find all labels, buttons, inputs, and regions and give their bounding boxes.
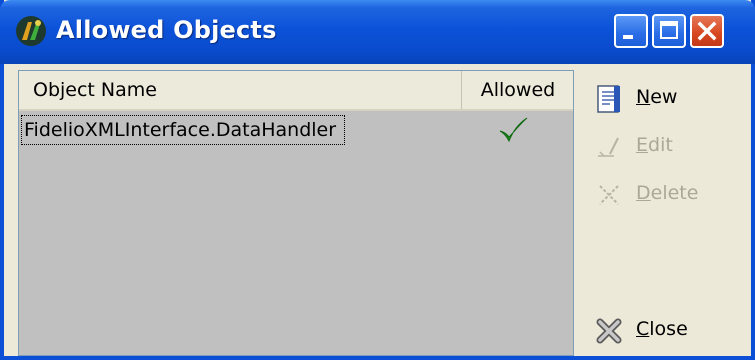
close-icon	[697, 21, 717, 41]
app-icon	[16, 16, 46, 46]
maximize-icon	[660, 21, 678, 39]
edit-button[interactable]: Edit	[592, 126, 742, 166]
column-header-object-name[interactable]: Object Name	[19, 71, 462, 109]
minimize-icon	[623, 35, 633, 39]
delete-icon	[599, 185, 619, 205]
maximize-button[interactable]	[652, 14, 686, 48]
object-name-cell[interactable]: FidelioXMLInterface.DataHandler	[21, 115, 346, 145]
close-button[interactable]: Close	[592, 310, 742, 350]
new-button-label: New	[636, 86, 678, 108]
checkmark-icon	[499, 117, 528, 143]
column-header-allowed[interactable]: Allowed	[463, 71, 573, 109]
edit-button-label: Edit	[636, 134, 673, 156]
close-window-button[interactable]	[690, 14, 724, 48]
edit-icon	[598, 137, 619, 157]
allowed-objects-list[interactable]: Object Name Allowed FidelioXMLInterface.…	[18, 70, 574, 356]
minimize-button[interactable]	[614, 14, 648, 48]
new-button[interactable]: New	[592, 78, 742, 118]
close-button-label: Close	[636, 318, 688, 340]
delete-button[interactable]: Delete	[592, 174, 742, 214]
delete-button-label: Delete	[636, 182, 699, 204]
close-x-icon	[596, 318, 622, 344]
new-document-icon	[597, 85, 620, 113]
allowed-objects-window: Allowed Objects Object Name Allowed Fide…	[0, 0, 755, 360]
list-header: Object Name Allowed	[19, 71, 573, 111]
title-bar[interactable]: Allowed Objects	[0, 0, 755, 64]
window-title: Allowed Objects	[56, 16, 277, 44]
list-row[interactable]: FidelioXMLInterface.DataHandler	[19, 113, 573, 147]
